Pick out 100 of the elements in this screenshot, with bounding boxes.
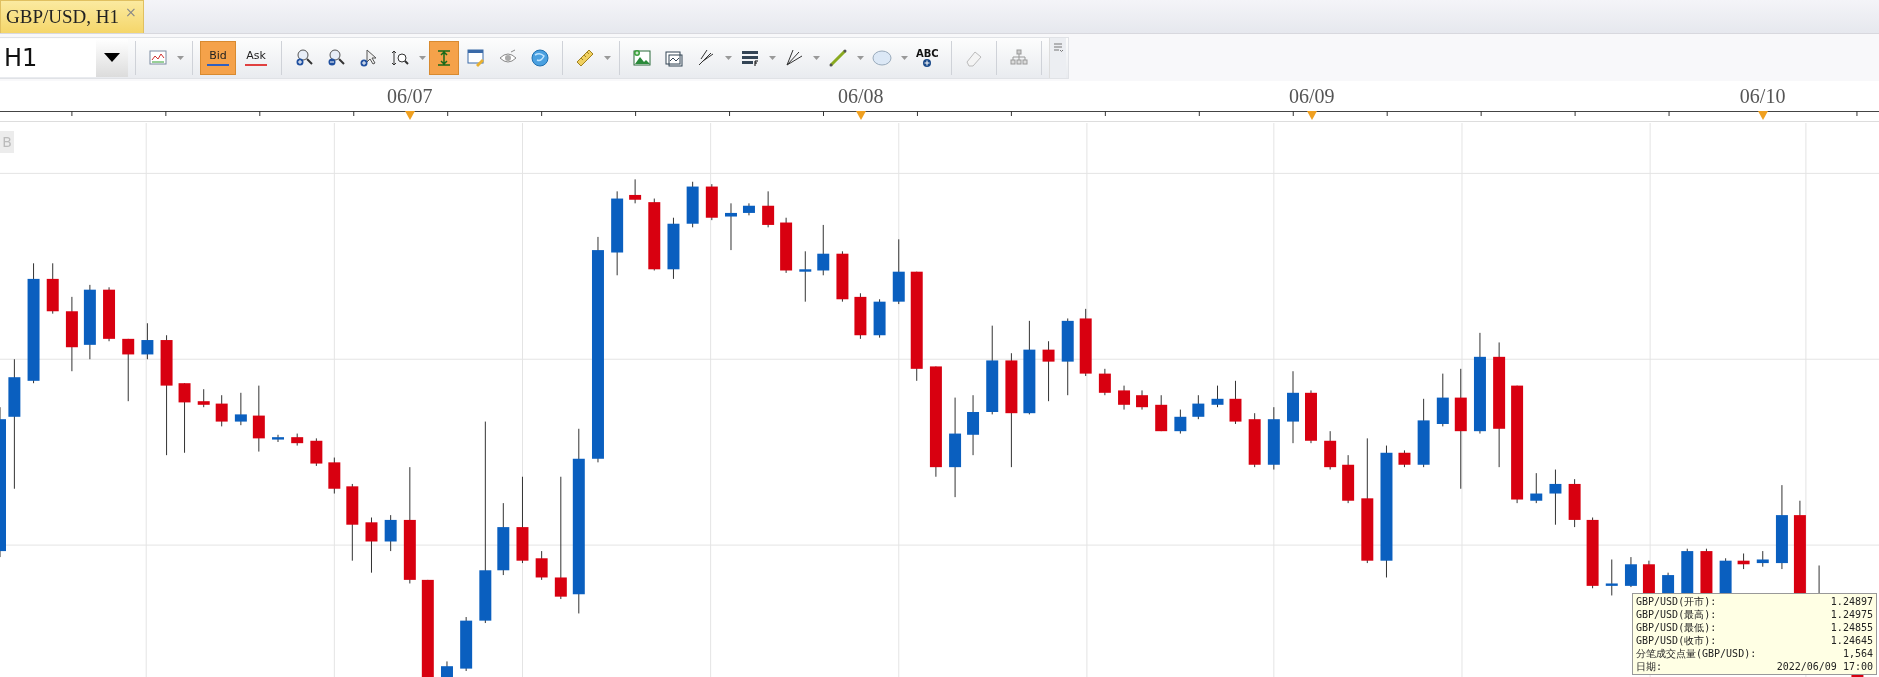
candlestick [799,250,812,303]
candlestick [1248,412,1261,468]
tooltip-label: GBP/USD(收市): [1636,634,1718,647]
candlestick [1042,340,1055,402]
candlestick [1530,472,1543,504]
date-label: 06/09 [1287,85,1336,108]
candlestick [854,292,867,340]
candlestick [873,298,886,339]
tooltip-label: GBP/USD(开市): [1636,595,1718,608]
picture-icon [632,47,652,68]
candlestick [1229,380,1242,425]
candlestick [1118,385,1131,411]
candlestick [1079,308,1092,377]
trend-line-icon [828,47,848,68]
candlestick [1155,394,1168,432]
candlestick [328,457,341,495]
candlestick [252,385,265,453]
price-toggle-button[interactable]: Bid [200,40,236,75]
date-marker-icon [855,111,866,120]
hierarchy-icon [1008,47,1029,68]
toolbar-overflow-button[interactable] [1048,37,1066,78]
candlestick [1436,373,1449,427]
candlestick [103,286,116,342]
tooltip-value: 1.24855 [1829,621,1873,634]
candlestick [705,183,718,221]
candlestick [291,433,304,447]
tooltip-label: 日期: [1636,660,1664,673]
menu-icon [1052,41,1063,52]
date-label: 06/07 [386,85,434,108]
caret-icon [418,55,426,60]
caret-icon [812,55,820,60]
candlestick [1568,478,1581,528]
caret-icon [856,55,864,60]
cursor-zoom-icon [358,47,378,68]
candlestick [1681,548,1694,596]
candlestick [310,437,323,467]
fork-icon [696,47,716,68]
candlestick [967,394,980,456]
candlestick [1719,557,1732,596]
candlestick [1305,389,1317,444]
candlestick [1342,454,1355,504]
candlestick [441,660,453,677]
tooltip-label: GBP/USD(最高): [1636,608,1718,621]
candlestick [1192,394,1205,420]
candlestick [1700,548,1713,596]
candlestick [365,517,378,574]
candlestick [1098,368,1111,396]
candlestick [384,514,397,552]
date-marker-icon [1757,111,1768,120]
date-marker-icon [1306,111,1317,120]
candlestick [1737,553,1750,570]
tooltip-label: GBP/USD(最低): [1636,621,1718,634]
tooltip-value: 1.24645 [1829,634,1873,647]
tooltip-value: 1.24975 [1829,608,1873,621]
candlestick [122,338,135,402]
candlestick [1549,469,1562,526]
tooltip-value: 2022/06/09 17:00 [1775,660,1873,673]
candlestick [892,238,905,305]
candlestick [742,202,755,216]
ellipse-icon [872,47,892,68]
candlestick [1624,556,1637,588]
candlestick [725,202,737,251]
text-tool-button[interactable]: ABC [911,40,944,75]
candlestick [460,616,473,672]
candlestick [1211,385,1224,408]
fan-lines-icon [784,47,804,68]
date-label: 06/08 [837,85,885,108]
tooltip-value: 1,564 [1841,647,1873,660]
tooltip-value: 1.24897 [1829,595,1873,608]
candlestick [686,181,699,228]
candlestick [178,382,191,454]
timeframe-dropdown[interactable]: H1 [0,38,128,77]
candlestick [1136,389,1148,411]
candlestick [1174,409,1187,435]
caret-icon [724,55,732,60]
window-edit-icon [466,47,486,68]
zoom-in-icon [294,47,314,68]
price-toggle-button[interactable]: Ask [238,40,274,75]
candlestick [234,392,247,426]
candlestick [535,550,548,581]
caret-icon [603,55,611,60]
candlestick [836,250,849,303]
caret-icon [768,55,776,60]
candlestick [272,434,284,443]
candlestick [762,190,775,228]
candlestick [1605,559,1618,596]
candlestick [780,217,793,274]
candlestick [46,262,59,315]
autoscale-button[interactable] [429,40,459,75]
chart-window-icon [148,47,168,68]
date-marker-icon [404,111,415,120]
date-label: 06/10 [1738,85,1787,108]
zoom-out-icon [326,47,346,68]
candlestick [1662,572,1675,596]
candlestick [141,322,154,360]
candlestick [817,224,830,276]
candlestick [1398,449,1411,468]
tooltip-label: 分笔成交点量(GBP/USD): [1636,647,1757,660]
chart-tab[interactable]: GBP/USD, H1 × [0,0,144,33]
caret-icon [900,55,908,60]
